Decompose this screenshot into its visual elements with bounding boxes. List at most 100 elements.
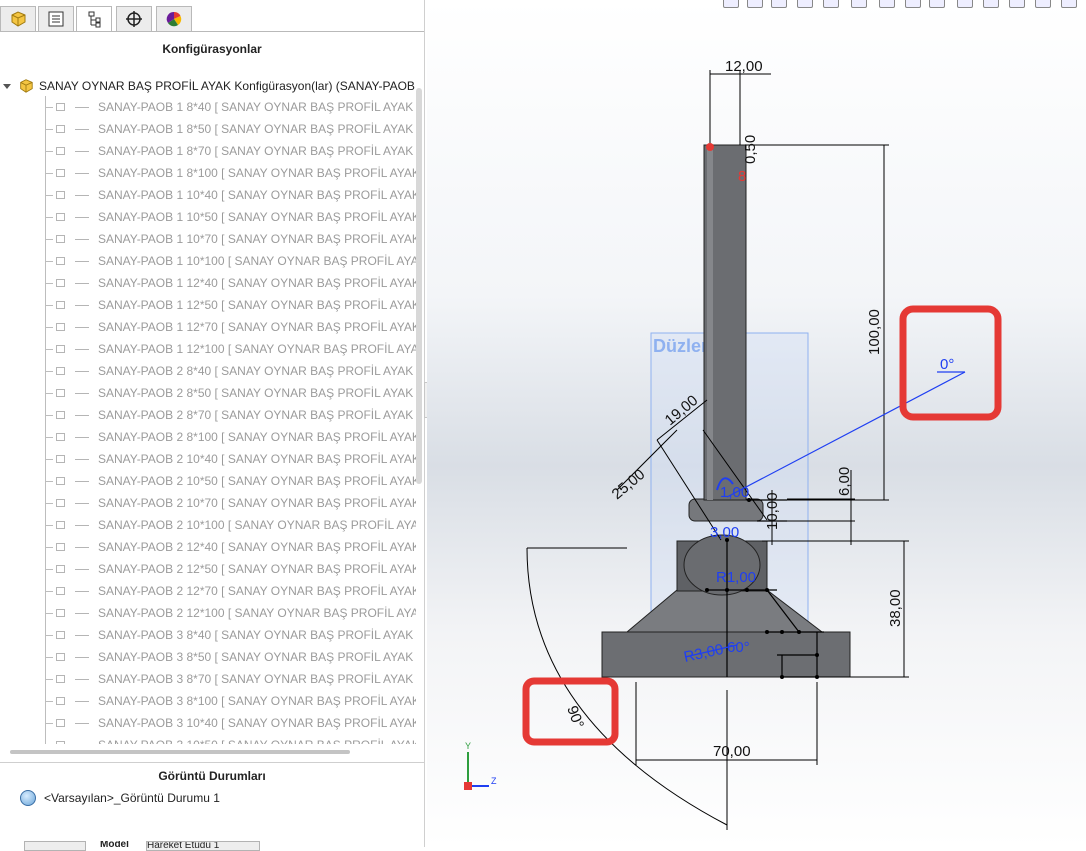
dim-25[interactable]: 25,00 xyxy=(609,466,649,503)
tree-horizontal-scrollbar[interactable] xyxy=(10,750,350,754)
tree-connector xyxy=(44,382,54,404)
dim-6[interactable]: 6,00 xyxy=(836,467,853,496)
display-state-item[interactable]: <Varsayılan>_Görüntü Durumu 1 xyxy=(20,790,220,806)
dim-r1[interactable]: R1,00 xyxy=(716,569,756,586)
configuration-item[interactable]: SANAY-PAOB 3 10*40 [ SANAY OYNAR BAŞ PRO… xyxy=(44,712,416,734)
configuration-item[interactable]: SANAY-PAOB 3 8*40 [ SANAY OYNAR BAŞ PROF… xyxy=(44,624,416,646)
configuration-item[interactable]: SANAY-PAOB 2 8*100 [ SANAY OYNAR BAŞ PRO… xyxy=(44,426,416,448)
configuration-icon xyxy=(56,653,65,661)
tab-model[interactable]: Model xyxy=(100,841,140,849)
configuration-item[interactable]: SANAY-PAOB 1 8*40 [ SANAY OYNAR BAŞ PROF… xyxy=(44,96,416,118)
tree-connector xyxy=(44,646,54,668)
dim-0-5[interactable]: 0,50 xyxy=(742,135,759,164)
configuration-item[interactable]: SANAY-PAOB 1 12*40 [ SANAY OYNAR BAŞ PRO… xyxy=(44,272,416,294)
highlight-point-icon xyxy=(706,143,714,151)
dim-1[interactable]: 1,00 xyxy=(720,484,749,501)
hex-nut[interactable] xyxy=(688,498,764,522)
configuration-item[interactable]: SANAY-PAOB 1 8*70 [ SANAY OYNAR BAŞ PROF… xyxy=(44,140,416,162)
configuration-item[interactable]: SANAY-PAOB 2 12*40 [ SANAY OYNAR BAŞ PRO… xyxy=(44,536,416,558)
display-manager-tab[interactable] xyxy=(156,6,192,32)
configuration-item[interactable]: SANAY-PAOB 3 8*50 [ SANAY OYNAR BAŞ PROF… xyxy=(44,646,416,668)
configuration-item[interactable]: SANAY-PAOB 1 10*100 [ SANAY OYNAR BAŞ PR… xyxy=(44,250,416,272)
configuration-item[interactable]: SANAY-PAOB 1 10*50 [ SANAY OYNAR BAŞ PRO… xyxy=(44,206,416,228)
configuration-item[interactable]: SANAY-PAOB 2 10*50 [ SANAY OYNAR BAŞ PRO… xyxy=(44,470,416,492)
configuration-label: SANAY-PAOB 1 8*100 [ SANAY OYNAR BAŞ PRO… xyxy=(98,166,416,180)
configuration-item[interactable]: SANAY-PAOB 3 8*70 [ SANAY OYNAR BAŞ PROF… xyxy=(44,668,416,690)
dim-60[interactable]: 60° xyxy=(727,639,750,656)
configuration-icon xyxy=(56,565,65,573)
configuration-item[interactable]: SANAY-PAOB 2 8*40 [ SANAY OYNAR BAŞ PROF… xyxy=(44,360,416,382)
configuration-item[interactable]: SANAY-PAOB 2 12*70 [ SANAY OYNAR BAŞ PRO… xyxy=(44,580,416,602)
tree-connector xyxy=(44,360,54,382)
tree-connector xyxy=(44,734,54,744)
tree-connector xyxy=(44,668,54,690)
dash-icon xyxy=(75,106,89,108)
configuration-icon xyxy=(56,169,65,177)
configuration-manager-tab[interactable] xyxy=(76,6,112,32)
graphics-viewport[interactable]: Düzlem1 12,00 0,50 8 100,00 0° 19,00 25,… xyxy=(427,0,1086,847)
ball-joint[interactable] xyxy=(683,534,761,596)
configuration-item[interactable]: SANAY-PAOB 3 8*100 [ SANAY OYNAR BAŞ PRO… xyxy=(44,690,416,712)
dash-icon xyxy=(75,260,89,262)
feature-manager-tab[interactable] xyxy=(0,6,36,32)
configuration-label: SANAY-PAOB 2 10*100 [ SANAY OYNAR BAŞ PR… xyxy=(98,518,416,532)
tree-connector xyxy=(44,404,54,426)
configuration-item[interactable]: SANAY-PAOB 1 12*100 [ SANAY OYNAR BAŞ PR… xyxy=(44,338,416,360)
property-list-icon xyxy=(48,11,64,27)
scroll-tab-controls[interactable] xyxy=(24,841,86,851)
dim-38[interactable]: 38,00 xyxy=(887,589,904,627)
property-manager-tab[interactable] xyxy=(38,6,74,32)
tree-connector xyxy=(44,426,54,448)
configuration-item[interactable]: SANAY-PAOB 1 12*70 [ SANAY OYNAR BAŞ PRO… xyxy=(44,316,416,338)
configuration-item[interactable]: SANAY-PAOB 2 10*100 [ SANAY OYNAR BAŞ PR… xyxy=(44,514,416,536)
configuration-item[interactable]: SANAY-PAOB 1 12*50 [ SANAY OYNAR BAŞ PRO… xyxy=(44,294,416,316)
dash-icon xyxy=(75,348,89,350)
dim-angle-0[interactable]: 0° xyxy=(940,356,954,373)
configuration-manager-panel: Konfigürasyonlar SANAY OYNAR BAŞ PROFİL … xyxy=(0,0,425,851)
dim-10[interactable]: 10,00 xyxy=(764,492,781,530)
configuration-icon xyxy=(56,411,65,419)
tree-vertical-scrollbar[interactable] xyxy=(416,88,422,484)
display-state-label: <Varsayılan>_Görüntü Durumu 1 xyxy=(44,791,220,805)
configuration-item[interactable]: SANAY-PAOB 2 12*100 [ SANAY OYNAR BAŞ PR… xyxy=(44,602,416,624)
dim-angle-90[interactable]: 90° xyxy=(563,704,587,731)
configuration-icon xyxy=(56,719,65,727)
dash-icon xyxy=(75,238,89,240)
dimxpert-tab[interactable] xyxy=(116,6,152,32)
collapse-arrow-icon[interactable] xyxy=(3,83,11,89)
configuration-icon xyxy=(56,521,65,529)
shaft-highlight xyxy=(707,145,713,500)
configuration-item[interactable]: SANAY-PAOB 3 10*50 [ SANAY OYNAR BAŞ PRO… xyxy=(44,734,416,744)
reference-triad: Y Z xyxy=(464,741,497,790)
dash-icon xyxy=(75,392,89,394)
root-configuration[interactable]: SANAY OYNAR BAŞ PROFİL AYAK Konfigürasyo… xyxy=(0,78,415,94)
display-states-title: Görüntü Durumları xyxy=(158,769,266,783)
dim-3[interactable]: 3,00 xyxy=(710,524,739,541)
configuration-item[interactable]: SANAY-PAOB 2 8*50 [ SANAY OYNAR BAŞ PROF… xyxy=(44,382,416,404)
configuration-item[interactable]: SANAY-PAOB 2 10*40 [ SANAY OYNAR BAŞ PRO… xyxy=(44,448,416,470)
configuration-item[interactable]: SANAY-PAOB 2 12*50 [ SANAY OYNAR BAŞ PRO… xyxy=(44,558,416,580)
configuration-label: SANAY-PAOB 2 12*40 [ SANAY OYNAR BAŞ PRO… xyxy=(98,540,416,554)
dim-12[interactable]: 12,00 xyxy=(725,58,763,75)
tree-connector xyxy=(44,184,54,206)
configuration-icon xyxy=(56,279,65,287)
dim-70[interactable]: 70,00 xyxy=(713,743,751,760)
dash-icon xyxy=(75,414,89,416)
tree-connector xyxy=(44,294,54,316)
configuration-item[interactable]: SANAY-PAOB 1 8*50 [ SANAY OYNAR BAŞ PROF… xyxy=(44,118,416,140)
configuration-item[interactable]: SANAY-PAOB 1 10*40 [ SANAY OYNAR BAŞ PRO… xyxy=(44,184,416,206)
configuration-icon xyxy=(56,609,65,617)
tree-connector xyxy=(44,624,54,646)
dim-red-8[interactable]: 8 xyxy=(738,168,746,185)
tree-connector xyxy=(44,470,54,492)
configuration-label: SANAY-PAOB 3 8*40 [ SANAY OYNAR BAŞ PROF… xyxy=(98,628,416,642)
tab-motion-study[interactable]: Hareket Etüdü 1 xyxy=(146,841,260,851)
configurations-title: Konfigürasyonlar xyxy=(162,42,262,56)
configuration-item[interactable]: SANAY-PAOB 2 8*70 [ SANAY OYNAR BAŞ PROF… xyxy=(44,404,416,426)
configuration-item[interactable]: SANAY-PAOB 2 10*70 [ SANAY OYNAR BAŞ PRO… xyxy=(44,492,416,514)
tree-connector xyxy=(44,316,54,338)
configuration-item[interactable]: SANAY-PAOB 1 10*70 [ SANAY OYNAR BAŞ PRO… xyxy=(44,228,416,250)
configuration-icon xyxy=(56,367,65,375)
dim-100[interactable]: 100,00 xyxy=(866,309,883,355)
configuration-item[interactable]: SANAY-PAOB 1 8*100 [ SANAY OYNAR BAŞ PRO… xyxy=(44,162,416,184)
